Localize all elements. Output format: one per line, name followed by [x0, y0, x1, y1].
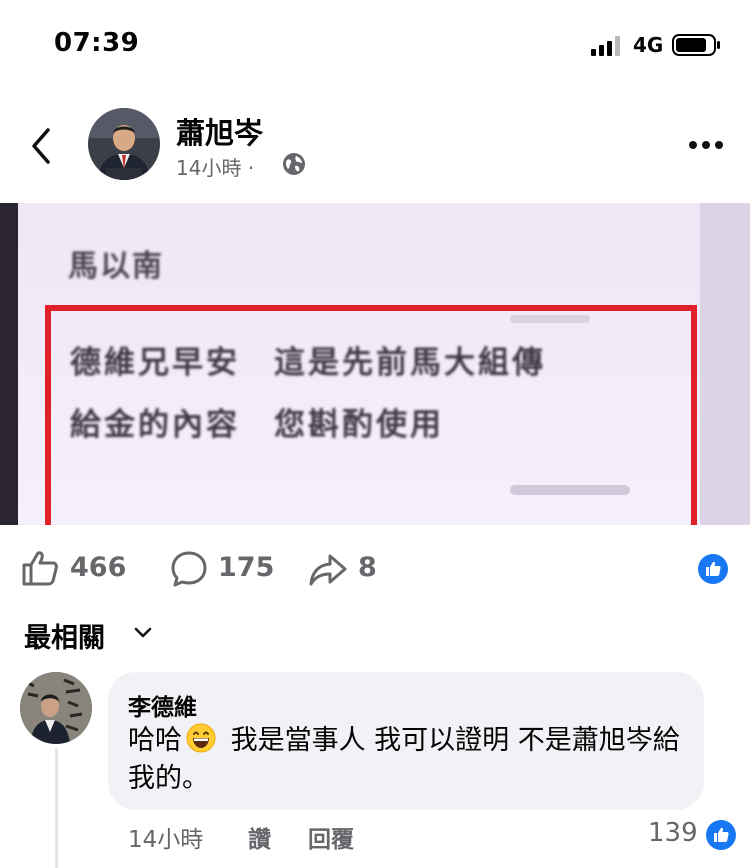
like-thumb-icon[interactable]	[20, 548, 60, 588]
share-arrow-icon[interactable]	[308, 552, 348, 588]
author-avatar[interactable]	[88, 108, 160, 180]
commenter-avatar[interactable]	[20, 672, 92, 744]
post-author-name[interactable]: 蕭旭岑	[176, 110, 263, 152]
comment-bubble-icon[interactable]	[170, 550, 208, 588]
comment-count: 175	[218, 552, 275, 583]
status-time: 07:39	[54, 28, 140, 58]
back-arrow-icon[interactable]	[28, 126, 56, 166]
comment-timestamp: 14小時	[128, 827, 204, 853]
comment-reaction-count: 139	[648, 818, 698, 848]
comment-text: 哈哈 我是當事人 我可以證明 不是蕭旭岑給我的。	[128, 723, 680, 794]
comment-reply-button[interactable]: 回覆	[308, 820, 354, 854]
thread-line	[55, 748, 58, 868]
commenter-name[interactable]: 李德維	[128, 688, 197, 722]
cell-signal-icon	[591, 36, 620, 56]
share-count: 8	[358, 552, 377, 583]
like-reaction-icon[interactable]	[706, 820, 736, 850]
battery-icon	[672, 34, 720, 56]
like-count: 466	[70, 552, 127, 583]
globe-icon	[283, 153, 305, 175]
network-type: 4G	[633, 33, 664, 57]
comment-sort-label[interactable]: 最相關	[24, 616, 105, 655]
more-options-icon[interactable]	[688, 138, 724, 152]
chevron-down-icon[interactable]	[134, 626, 152, 640]
photo-sender-label: 馬以南	[68, 249, 164, 284]
post-photo[interactable]: 馬以南 德維兄早安 這是先前馬大組傳 給金的內容 您斟酌使用	[0, 203, 750, 525]
post-timestamp: 14小時 ·	[176, 156, 255, 180]
comment-like-button[interactable]: 讚	[248, 820, 271, 854]
grinning-face-icon	[186, 723, 216, 753]
photo-message-line-1: 德維兄早安 這是先前馬大組傳	[70, 345, 546, 381]
photo-message-line-2: 給金的內容 您斟酌使用	[70, 407, 444, 443]
like-reaction-icon[interactable]	[698, 554, 728, 584]
